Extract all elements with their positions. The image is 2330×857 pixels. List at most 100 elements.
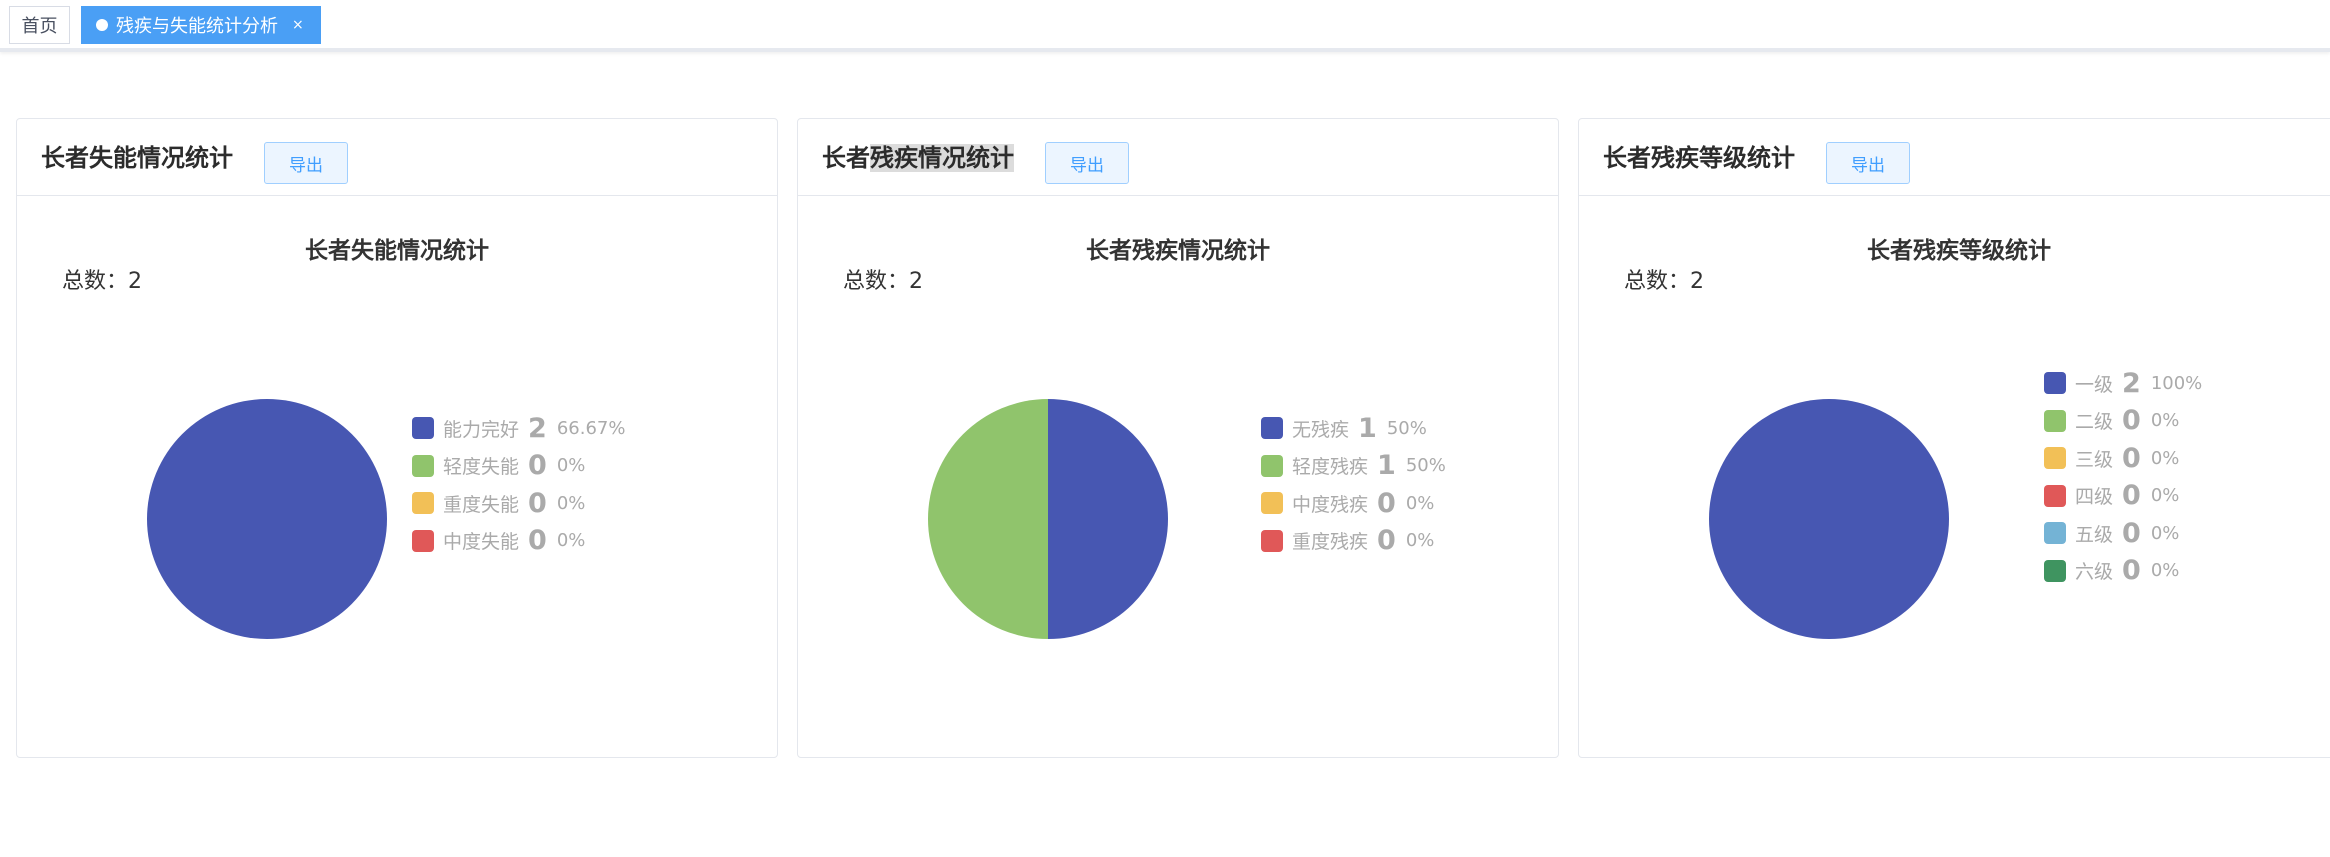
legend-label: 六级 bbox=[2075, 561, 2114, 583]
tab-close-icon[interactable]: × bbox=[292, 17, 304, 33]
legend-label: 中度失能 bbox=[443, 531, 520, 553]
legend-count: 0 bbox=[2122, 555, 2141, 586]
legend-item[interactable]: 六级 0 0% bbox=[2044, 555, 2180, 586]
pie-chart bbox=[1709, 399, 1949, 639]
legend-item[interactable]: 重度残疾 0 0% bbox=[1261, 525, 1435, 556]
active-dot-icon bbox=[96, 19, 108, 31]
legend-swatch bbox=[412, 417, 434, 439]
tab-home-label: 首页 bbox=[21, 16, 58, 37]
legend-percent: 0% bbox=[556, 530, 586, 551]
card-header: 长者残疾情况统计 导出 bbox=[798, 119, 1558, 196]
chart-title: 长者残疾情况统计 bbox=[1086, 238, 1270, 264]
legend-item[interactable]: 重度失能 0 0% bbox=[412, 487, 586, 519]
tab-disability-analysis[interactable]: 残疾与失能统计分析 × bbox=[81, 6, 321, 44]
legend-label: 四级 bbox=[2075, 486, 2114, 508]
card-disability-grade: 长者残疾等级统计 导出 长者残疾等级统计 总数：2 一级 2 100% 二级 0 0% 三级… bbox=[1578, 118, 2330, 758]
legend-label: 轻度残疾 bbox=[1292, 456, 1369, 478]
legend-percent: 66.67% bbox=[556, 417, 626, 439]
legend-count: 0 bbox=[2122, 517, 2141, 549]
legend-percent: 100% bbox=[2150, 372, 2203, 394]
legend-percent: 0% bbox=[2150, 522, 2180, 544]
legend-label: 三级 bbox=[2075, 448, 2114, 471]
card-disability-status: 长者残疾情况统计 导出 长者残疾情况统计 总数：2 无残疾 1 50% 轻度残疾 1 50… bbox=[797, 118, 1559, 758]
card-title-selected-text: 残疾情况统计 bbox=[870, 144, 1014, 172]
chart-title: 长者残疾等级统计 bbox=[1867, 238, 2051, 264]
legend-count: 0 bbox=[528, 525, 547, 556]
chart-title: 长者失能情况统计 bbox=[305, 238, 489, 264]
legend-swatch bbox=[1261, 529, 1283, 552]
tab-bar: 首页 残疾与失能统计分析 × bbox=[0, 0, 2330, 52]
card-title: 长者残疾情况统计 bbox=[822, 141, 1014, 175]
export-button[interactable]: 导出 bbox=[264, 142, 348, 184]
legend-item[interactable]: 二级 0 0% bbox=[2044, 405, 2180, 436]
pie-slice-0[interactable] bbox=[1048, 399, 1168, 639]
export-button[interactable]: 导出 bbox=[1826, 142, 1910, 184]
legend-percent: 0% bbox=[556, 455, 586, 476]
tab-home[interactable]: 首页 bbox=[9, 6, 70, 44]
legend-item[interactable]: 三级 0 0% bbox=[2044, 442, 2180, 474]
card-title: 长者失能情况统计 bbox=[41, 144, 233, 172]
pie-slice-1[interactable] bbox=[928, 399, 1048, 639]
legend-item[interactable]: 中度残疾 0 0% bbox=[1261, 487, 1435, 519]
legend-count: 2 bbox=[2122, 367, 2141, 399]
legend-count: 2 bbox=[528, 412, 547, 444]
legend-label: 五级 bbox=[2075, 523, 2114, 546]
legend-swatch bbox=[412, 454, 434, 477]
legend-swatch bbox=[2044, 409, 2066, 432]
legend-swatch bbox=[412, 492, 434, 514]
legend-item[interactable]: 五级 0 0% bbox=[2044, 517, 2180, 549]
legend-label: 重度残疾 bbox=[1292, 531, 1369, 553]
legend-percent: 0% bbox=[2150, 485, 2180, 506]
legend-label: 轻度失能 bbox=[443, 456, 520, 478]
legend-count: 0 bbox=[2122, 405, 2141, 436]
legend-swatch bbox=[412, 529, 434, 552]
card-title-prefix: 长者 bbox=[822, 144, 870, 172]
legend-percent: 0% bbox=[2150, 447, 2180, 469]
legend-item[interactable]: 能力完好 2 66.67% bbox=[412, 412, 626, 444]
legend-item[interactable]: 轻度失能 0 0% bbox=[412, 450, 586, 481]
legend-count: 1 bbox=[1358, 412, 1377, 444]
total-count: 总数：2 bbox=[62, 269, 142, 294]
legend-swatch bbox=[2044, 522, 2066, 544]
legend-swatch bbox=[2044, 484, 2066, 507]
legend-percent: 0% bbox=[1405, 492, 1435, 514]
legend-label: 重度失能 bbox=[443, 493, 520, 516]
legend-label: 无残疾 bbox=[1292, 418, 1350, 441]
total-count: 总数：2 bbox=[843, 269, 923, 294]
legend-label: 能力完好 bbox=[443, 418, 520, 441]
legend-percent: 0% bbox=[556, 492, 586, 514]
legend-swatch bbox=[1261, 492, 1283, 514]
legend-item[interactable]: 轻度残疾 1 50% bbox=[1261, 450, 1446, 481]
card-title: 长者残疾等级统计 bbox=[1603, 144, 1795, 172]
legend-item[interactable]: 四级 0 0% bbox=[2044, 480, 2180, 511]
card-title-part1: 长者残疾情况统计 bbox=[822, 144, 1014, 172]
legend-item[interactable]: 中度失能 0 0% bbox=[412, 525, 586, 556]
card-disability-ability: 长者失能情况统计 导出 长者失能情况统计 总数：2 能力完好 2 66.67% 轻度失… bbox=[16, 118, 778, 758]
legend-label: 一级 bbox=[2075, 373, 2114, 396]
legend-count: 0 bbox=[2122, 442, 2141, 474]
legend-swatch bbox=[1261, 417, 1283, 439]
legend-item[interactable]: 无残疾 1 50% bbox=[1261, 412, 1427, 444]
legend-label: 二级 bbox=[2075, 411, 2114, 433]
legend-percent: 0% bbox=[2150, 410, 2180, 431]
legend-count: 0 bbox=[1377, 525, 1396, 556]
export-button[interactable]: 导出 bbox=[1045, 142, 1129, 184]
legend-percent: 0% bbox=[2150, 560, 2180, 581]
pie-slice-0[interactable] bbox=[147, 399, 387, 639]
legend-swatch bbox=[2044, 372, 2066, 394]
legend-swatch bbox=[1261, 454, 1283, 477]
total-count: 总数：2 bbox=[1624, 269, 1704, 294]
legend-count: 0 bbox=[528, 450, 547, 481]
legend-percent: 0% bbox=[1405, 530, 1435, 551]
card-header: 长者失能情况统计 导出 bbox=[17, 119, 777, 196]
legend-swatch bbox=[2044, 559, 2066, 582]
tab-active-label: 残疾与失能统计分析 bbox=[116, 16, 278, 37]
legend-count: 0 bbox=[2122, 480, 2141, 511]
legend-item[interactable]: 一级 2 100% bbox=[2044, 367, 2203, 399]
card-header: 长者残疾等级统计 导出 bbox=[1579, 119, 2330, 196]
legend-count: 0 bbox=[528, 487, 547, 519]
legend-swatch bbox=[2044, 447, 2066, 469]
legend-count: 1 bbox=[1377, 450, 1396, 481]
pie-slice-0[interactable] bbox=[1709, 399, 1949, 639]
legend-count: 0 bbox=[1377, 487, 1396, 519]
